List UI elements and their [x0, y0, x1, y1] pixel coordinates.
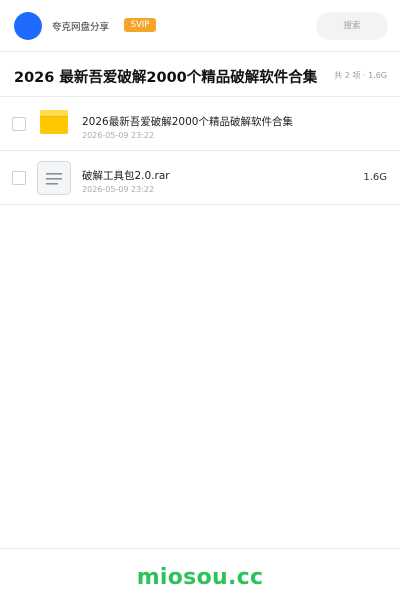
file-date: 2026-05-09 23:22 [82, 131, 155, 140]
document-icon [37, 161, 71, 195]
footer: miosou.cc [0, 548, 400, 600]
search-input[interactable] [316, 12, 388, 40]
folder-icon [40, 110, 68, 134]
file-size: 1.6G [363, 172, 387, 183]
share-name: 夸克网盘分享 [52, 22, 110, 33]
file-row[interactable]: 破解工具包2.0.rar 2026-05-09 23:22 1.6G [0, 151, 400, 205]
row-checkbox[interactable] [12, 171, 26, 185]
avatar[interactable] [14, 12, 42, 40]
title-row: 2026 最新吾爱破解2000个精品破解软件合集 共 2 项 · 1.6G [0, 52, 400, 97]
share-page: 夸克网盘分享 SVIP 2026 最新吾爱破解2000个精品破解软件合集 共 2… [0, 0, 400, 600]
file-name: 2026最新吾爱破解2000个精品破解软件合集 [82, 116, 293, 128]
row-checkbox[interactable] [12, 117, 26, 131]
header: 夸克网盘分享 SVIP [0, 0, 400, 52]
file-row[interactable]: 2026最新吾爱破解2000个精品破解软件合集 2026-05-09 23:22 [0, 97, 400, 151]
item-summary: 共 2 项 · 1.6G [334, 71, 387, 80]
file-date: 2026-05-09 23:22 [82, 185, 155, 194]
page-title: 2026 最新吾爱破解2000个精品破解软件合集 [14, 70, 318, 86]
file-name: 破解工具包2.0.rar [82, 170, 170, 182]
svip-badge: SVIP [124, 18, 156, 32]
watermark: miosou.cc [136, 565, 264, 590]
